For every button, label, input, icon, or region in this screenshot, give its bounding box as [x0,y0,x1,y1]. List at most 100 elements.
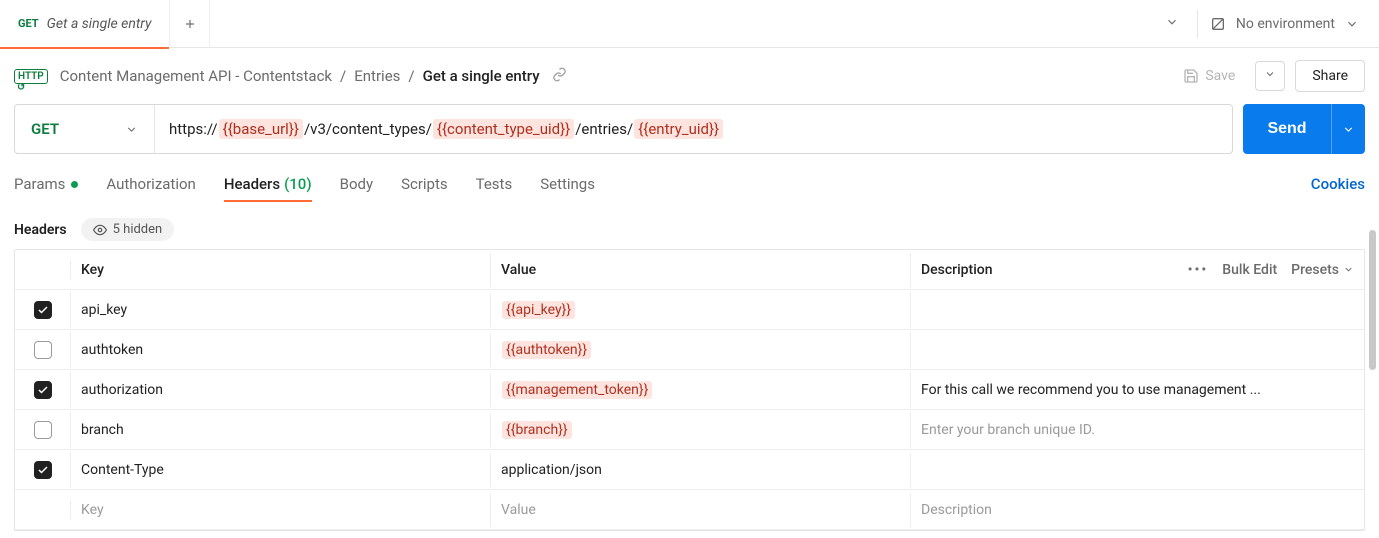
variable-token: {{branch}} [502,421,572,439]
row-key[interactable]: branch [71,413,491,447]
tab-settings[interactable]: Settings [540,175,595,193]
presets-label: Presets [1291,262,1339,278]
headers-section-header: Headers 5 hidden [0,204,1379,249]
tab-scripts[interactable]: Scripts [401,175,448,193]
table-row: authorization {{management_token}} For thi… [15,370,1364,410]
variable-token: {{management_token}} [502,381,652,399]
tab-request[interactable]: GET Get a single entry [0,0,170,48]
chevron-down-icon [1264,68,1276,80]
table-columns-button[interactable]: ••• [1188,262,1209,278]
row-value[interactable]: {{authtoken}} [491,332,911,368]
row-checkbox-cell [15,412,71,448]
table-header-value: Value [491,253,911,287]
tab-tests[interactable]: Tests [476,175,513,193]
method-label: GET [31,120,59,138]
empty-row-description[interactable]: Description [911,493,1364,527]
table-header-description: Description ••• Bulk Edit Presets [911,253,1364,287]
bulk-edit-button[interactable]: Bulk Edit [1222,262,1277,278]
url-bar-row: GET https:// {{base_url}} /v3/content_ty… [0,104,1379,154]
cookies-link[interactable]: Cookies [1311,175,1365,193]
method-select[interactable]: GET [15,105,155,153]
breadcrumb-collection[interactable]: Content Management API - Contentstack [60,67,332,85]
table-header-description-label: Description [921,262,993,278]
tab-headers[interactable]: Headers (10) [224,175,312,193]
row-checkbox-cell [15,332,71,368]
environment-selector[interactable]: No environment [1210,16,1359,32]
tab-body[interactable]: Body [340,175,373,193]
row-key[interactable]: api_key [71,293,491,327]
table-header-row: Key Value Description ••• Bulk Edit Pres… [15,250,1364,290]
row-description[interactable] [911,461,1364,479]
tab-params[interactable]: Params [14,175,78,193]
row-checkbox[interactable] [34,341,52,359]
chevron-down-icon [1342,123,1355,136]
tabbar-right: No environment [1159,0,1379,47]
tab-authorization[interactable]: Authorization [106,175,195,193]
save-dropdown-button[interactable] [1255,61,1285,91]
variable-token: {{authtoken}} [502,341,591,359]
url-variable: {{entry_uid}} [634,119,723,139]
table-header-actions: ••• Bulk Edit Presets [1188,262,1354,278]
eye-icon [93,223,107,237]
table-row: branch {{branch}} Enter your branch unique… [15,410,1364,450]
tab-overflow-button[interactable] [1159,9,1185,39]
hidden-headers-label: 5 hidden [113,222,163,237]
row-key[interactable]: authorization [71,373,491,407]
row-value[interactable]: {{branch}} [491,412,911,448]
request-tabs: Params Authorization Headers (10) Body S… [0,164,1379,204]
table-row: Content-Typeapplication/json [15,450,1364,490]
table-header-key: Key [71,253,491,287]
row-checkbox[interactable] [34,421,52,439]
empty-row-key[interactable]: Key [71,493,491,527]
row-description[interactable] [911,341,1364,359]
chevron-down-icon [125,123,138,136]
breadcrumb-folder[interactable]: Entries [354,67,400,85]
row-key[interactable]: authtoken [71,333,491,367]
url-bar: GET https:// {{base_url}} /v3/content_ty… [14,104,1233,154]
send-button-group: Send [1243,104,1365,154]
row-description[interactable] [911,301,1364,319]
tab-add-button[interactable] [170,0,210,48]
copy-link-button[interactable] [552,67,567,86]
empty-row-checkbox-cell [15,501,71,519]
row-description[interactable]: For this call we recommend you to use ma… [911,373,1364,407]
url-variable: {{content_type_uid}} [433,119,574,139]
save-button[interactable]: Save [1173,62,1245,90]
row-checkbox-cell [15,372,71,408]
variable-token: {{api_key}} [502,301,575,319]
row-value[interactable]: application/json [491,453,911,487]
row-checkbox[interactable] [34,461,52,479]
url-text: /v3/content_types/ [304,120,432,138]
breadcrumb-sep: / [340,67,346,85]
chevron-down-icon [1345,17,1359,31]
tab-bar: GET Get a single entry No environment [0,0,1379,48]
params-indicator-dot [71,181,78,188]
url-text: https:// [169,120,218,138]
chevron-down-icon [1343,264,1354,275]
tab-headers-count: (10) [284,175,312,193]
scrollbar-thumb[interactable] [1369,230,1376,370]
row-checkbox[interactable] [34,301,52,319]
url-text: /entries/ [575,120,633,138]
row-value[interactable]: {{management_token}} [491,372,911,408]
send-dropdown-button[interactable] [1331,104,1365,154]
empty-row-value[interactable]: Value [491,493,911,527]
send-button[interactable]: Send [1243,104,1331,154]
table-row-empty[interactable]: Key Value Description [15,490,1364,530]
plus-icon [183,17,197,31]
divider [1197,10,1198,38]
chevron-down-icon [1165,15,1179,29]
headers-title: Headers [14,222,67,238]
hidden-headers-toggle[interactable]: 5 hidden [81,218,175,241]
presets-button[interactable]: Presets [1291,262,1354,278]
tab-headers-label: Headers [224,175,280,193]
row-key[interactable]: Content-Type [71,453,491,487]
table-row: api_key {{api_key}} [15,290,1364,330]
row-description[interactable]: Enter your branch unique ID. [911,413,1364,447]
url-input[interactable]: https:// {{base_url}} /v3/content_types/… [155,105,1232,153]
table-row: authtoken {{authtoken}} [15,330,1364,370]
environment-label: No environment [1236,16,1335,32]
row-value[interactable]: {{api_key}} [491,292,911,328]
row-checkbox[interactable] [34,381,52,399]
share-button[interactable]: Share [1295,60,1365,92]
